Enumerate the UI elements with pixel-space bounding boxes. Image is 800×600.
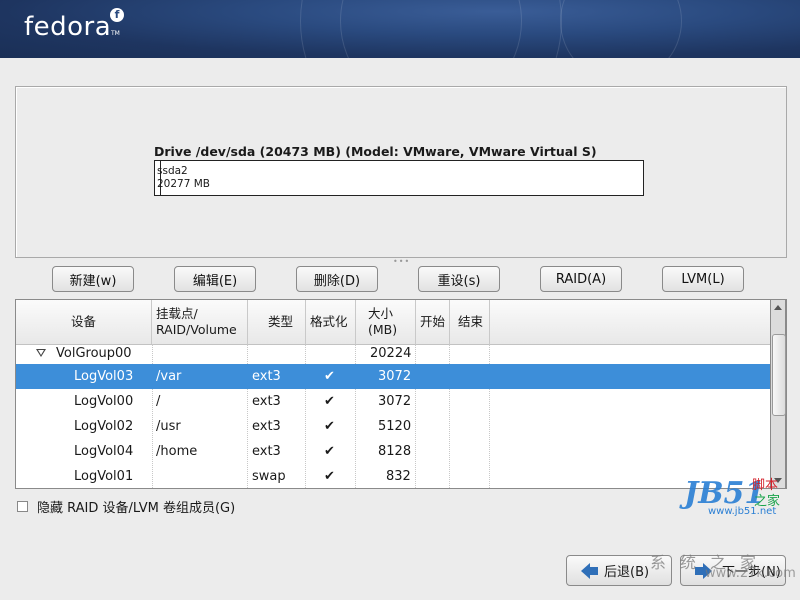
table-row[interactable]: LogVol03 /var ext3 ✔ 3072 — [16, 364, 770, 389]
group-name: VolGroup00 — [56, 346, 132, 361]
row-type: swap — [252, 469, 286, 484]
column-type-label: 类型 — [268, 314, 294, 329]
expander-triangle-icon[interactable] — [36, 349, 46, 357]
hide-raid-checkbox[interactable] — [17, 501, 28, 512]
banner-decoration — [340, 0, 522, 58]
row-size: 3072 — [378, 394, 412, 409]
fedora-logo: fedora — [24, 12, 112, 42]
scrollbar-thumb[interactable] — [772, 334, 786, 416]
drive-partition-bar[interactable]: ssda2 20277 MB — [154, 160, 644, 196]
row-type: ext3 — [252, 394, 281, 409]
hide-raid-lvm-option[interactable]: 隐藏 RAID 设备/LVM 卷组成员(G) — [17, 497, 235, 516]
column-type[interactable]: 类型 — [248, 300, 306, 344]
drive-panel: Drive /dev/sda (20473 MB) (Model: VMware… — [15, 86, 787, 258]
pane-resize-handle[interactable]: ••• — [393, 258, 409, 266]
format-check-icon: ✔ — [324, 469, 335, 484]
row-size: 5120 — [378, 419, 412, 434]
row-device: LogVol03 — [74, 369, 134, 384]
reset-button[interactable]: 重设(s) — [418, 266, 500, 292]
table-row[interactable]: LogVol02 /usr ext3 ✔ 5120 — [16, 414, 770, 439]
format-check-icon: ✔ — [324, 419, 335, 434]
watermark-url: www.jb51.net — [708, 506, 777, 517]
row-mount: /home — [156, 444, 198, 459]
row-type: ext3 — [252, 369, 281, 384]
back-button-label: 后退(B) — [604, 565, 650, 580]
new-button[interactable]: 新建(w) — [52, 266, 134, 292]
row-size: 832 — [386, 469, 411, 484]
trademark-mark: TM — [111, 30, 120, 37]
banner-decoration — [560, 0, 682, 58]
column-start[interactable]: 开始 — [416, 300, 450, 344]
scroll-up-icon[interactable] — [774, 305, 782, 310]
table-row[interactable]: LogVol00 / ext3 ✔ 3072 — [16, 389, 770, 414]
row-type: ext3 — [252, 444, 281, 459]
column-end[interactable]: 结束 — [450, 300, 490, 344]
column-device[interactable]: 设备 — [16, 300, 152, 344]
table-header: 设备 挂载点/ RAID/Volume 类型 格式化 大小 (MB) 开始 结束 — [16, 300, 770, 345]
format-check-icon: ✔ — [324, 369, 335, 384]
group-size: 20224 — [370, 346, 412, 361]
raid-button[interactable]: RAID(A) — [540, 266, 622, 292]
format-check-icon: ✔ — [324, 394, 335, 409]
watermark-url: www.27k.com — [705, 566, 796, 581]
row-type: ext3 — [252, 419, 281, 434]
partition-size: 20277 MB — [157, 178, 211, 190]
partition-table[interactable]: 设备 挂载点/ RAID/Volume 类型 格式化 大小 (MB) 开始 结束… — [15, 299, 787, 489]
row-mount: /var — [156, 369, 182, 384]
row-device: LogVol02 — [74, 419, 134, 434]
table-scrollbar[interactable] — [770, 299, 786, 489]
format-check-icon: ✔ — [324, 444, 335, 459]
row-device: LogVol04 — [74, 444, 134, 459]
table-row[interactable]: LogVol01 swap ✔ 832 — [16, 464, 770, 488]
edit-button[interactable]: 编辑(E) — [174, 266, 256, 292]
delete-button[interactable]: 删除(D) — [296, 266, 378, 292]
lvm-button[interactable]: LVM(L) — [662, 266, 744, 292]
column-size[interactable]: 大小 (MB) — [356, 300, 416, 344]
row-mount: / — [156, 394, 161, 409]
row-device: LogVol00 — [74, 394, 134, 409]
column-mount[interactable]: 挂载点/ RAID/Volume — [152, 300, 248, 344]
row-device: LogVol01 — [74, 469, 134, 484]
table-row[interactable]: LogVol04 /home ext3 ✔ 8128 — [16, 439, 770, 464]
back-arrow-icon — [581, 562, 598, 579]
row-size: 8128 — [378, 444, 412, 459]
row-mount: /usr — [156, 419, 181, 434]
hide-raid-label: 隐藏 RAID 设备/LVM 卷组成员(G) — [37, 501, 236, 516]
drive-title: Drive /dev/sda (20473 MB) (Model: VMware… — [154, 144, 597, 159]
fedora-banner: fedora f TM — [0, 0, 800, 58]
column-format[interactable]: 格式化 — [306, 300, 356, 344]
partition-name: ssda2 — [157, 165, 188, 177]
row-size: 3072 — [378, 369, 412, 384]
fedora-logo-icon: f — [110, 8, 124, 22]
table-row-group[interactable]: VolGroup00 20224 — [16, 344, 770, 364]
